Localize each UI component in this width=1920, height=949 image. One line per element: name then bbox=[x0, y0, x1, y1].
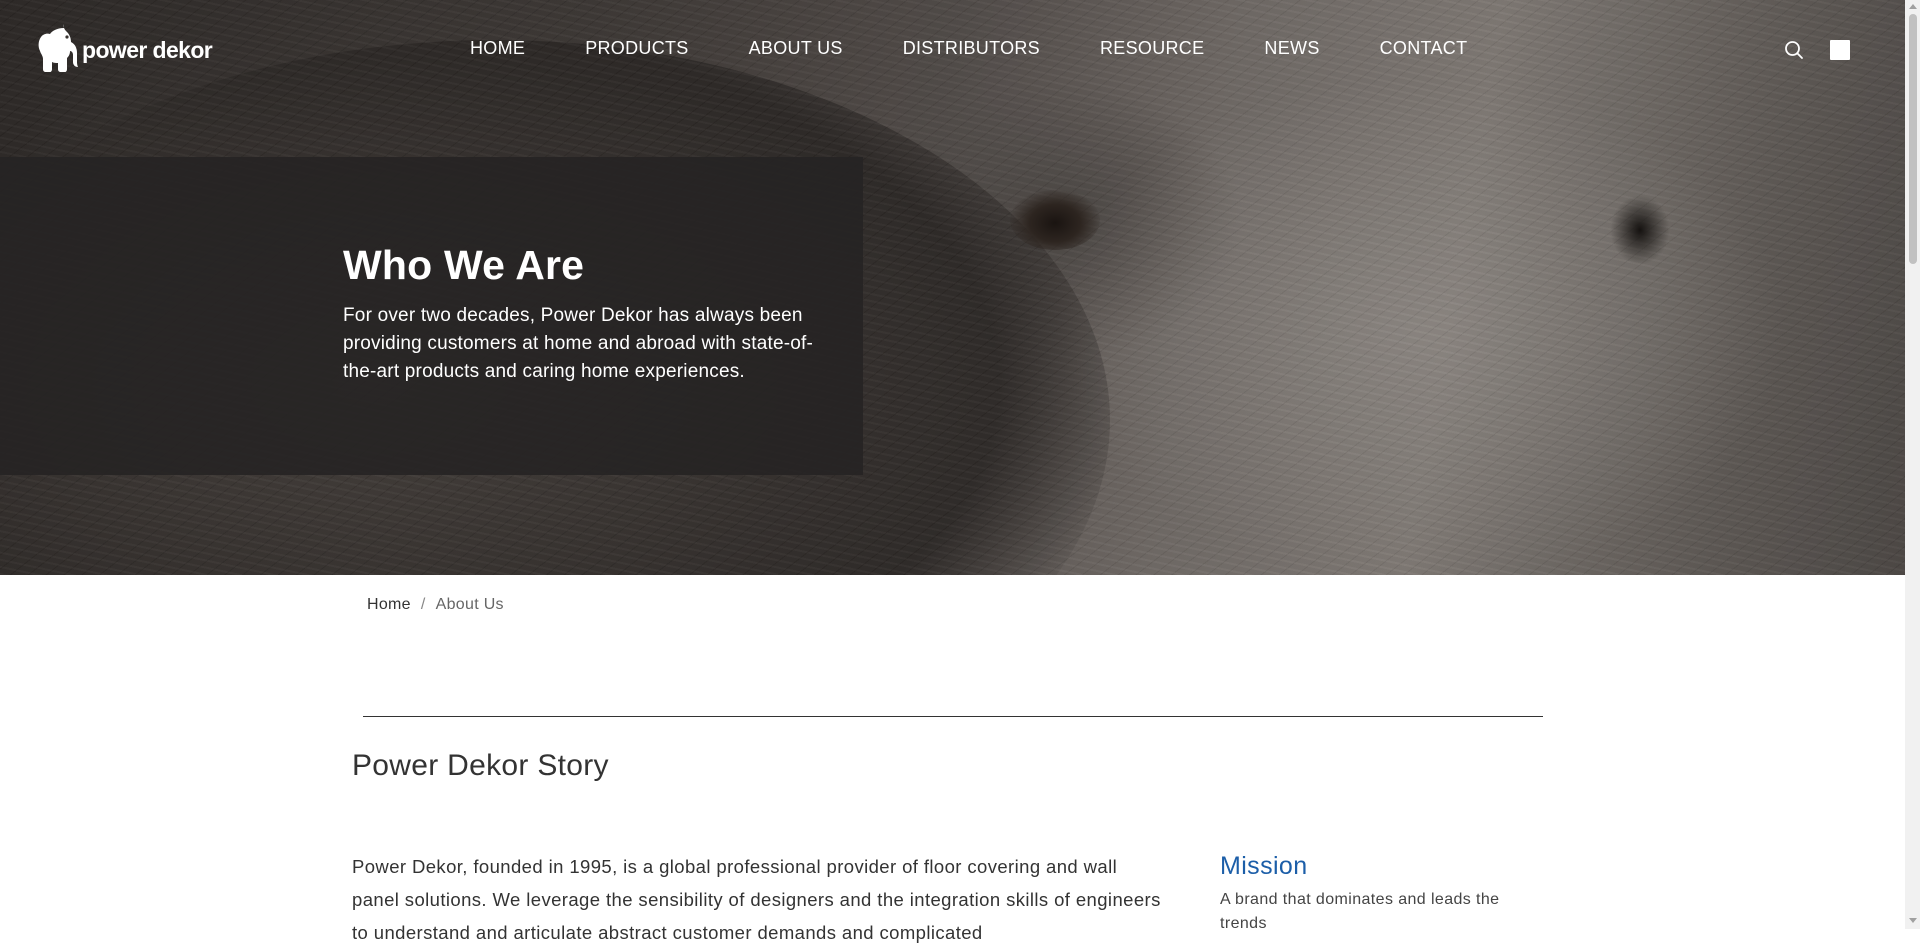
hero-elephant-eye bbox=[1010, 190, 1100, 250]
nav-item-distributors[interactable]: DISTRIBUTORS bbox=[903, 38, 1040, 59]
page-scrollbar[interactable] bbox=[1905, 0, 1920, 929]
nav-item-news[interactable]: NEWS bbox=[1264, 38, 1319, 59]
nav-item-contact[interactable]: CONTACT bbox=[1380, 38, 1468, 59]
scroll-up-arrow-icon[interactable] bbox=[1909, 4, 1917, 9]
nav-item-products[interactable]: PRODUCTS bbox=[585, 38, 688, 59]
site-header: power dekor HOME PRODUCTS ABOUT US DISTR… bbox=[0, 0, 1905, 100]
section-divider bbox=[363, 716, 1543, 717]
hero-title: Who We Are bbox=[343, 242, 585, 288]
logo-link[interactable]: power dekor bbox=[34, 24, 213, 74]
breadcrumb-separator: / bbox=[420, 596, 426, 613]
hero-description: For over two decades, Power Dekor has al… bbox=[343, 305, 814, 382]
language-square-icon[interactable] bbox=[1830, 40, 1850, 60]
breadcrumb-current: About Us bbox=[435, 596, 504, 613]
logo-text: power dekor bbox=[82, 36, 213, 63]
story-body: Power Dekor, founded in 1995, is a globa… bbox=[352, 856, 1161, 943]
breadcrumb: Home / About Us bbox=[367, 596, 504, 614]
search-button[interactable] bbox=[1783, 39, 1805, 61]
scrollbar-thumb[interactable] bbox=[1909, 14, 1917, 264]
nav-item-home[interactable]: HOME bbox=[470, 38, 525, 59]
nav-item-resource[interactable]: RESOURCE bbox=[1100, 38, 1204, 59]
scroll-down-arrow-icon[interactable] bbox=[1909, 918, 1917, 923]
elephant-logo-icon bbox=[38, 24, 78, 72]
hero-elephant-eye-right bbox=[1610, 195, 1670, 265]
breadcrumb-home-link[interactable]: Home bbox=[367, 596, 411, 613]
search-icon bbox=[1785, 41, 1803, 59]
nav-item-about-us[interactable]: ABOUT US bbox=[749, 38, 843, 59]
main-nav: HOME PRODUCTS ABOUT US DISTRIBUTORS RESO… bbox=[470, 38, 1467, 59]
mission-title: Mission bbox=[1220, 852, 1308, 880]
story-title: Power Dekor Story bbox=[352, 749, 609, 782]
